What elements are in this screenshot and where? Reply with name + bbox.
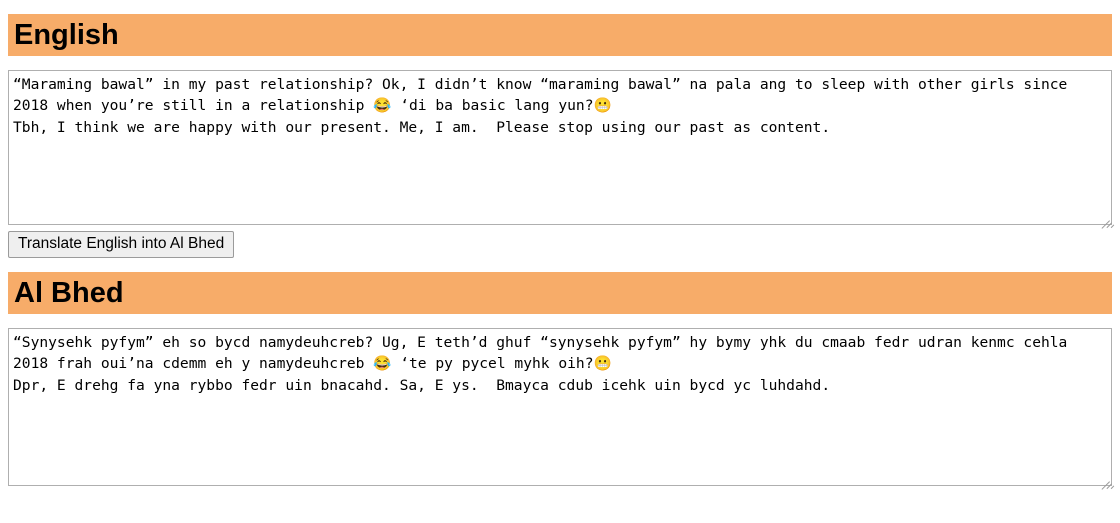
translate-button-row: Translate English into Al Bhed (8, 225, 1112, 258)
header-gap-albhed-top (8, 258, 1112, 272)
header-gap-albhed (8, 314, 1112, 328)
page-title-al-bhed: Al Bhed (8, 272, 1112, 314)
top-spacer (8, 0, 1112, 14)
english-textarea-wrapper (8, 70, 1115, 229)
al-bhed-output[interactable] (8, 328, 1112, 486)
translator-page: English Translate English into Al Bhed A… (0, 0, 1120, 490)
english-input[interactable] (8, 70, 1112, 225)
translate-button[interactable]: Translate English into Al Bhed (8, 231, 235, 258)
page-title-english: English (8, 14, 1112, 56)
al-bhed-textarea-wrapper (8, 328, 1115, 490)
header-gap-english (8, 56, 1112, 70)
